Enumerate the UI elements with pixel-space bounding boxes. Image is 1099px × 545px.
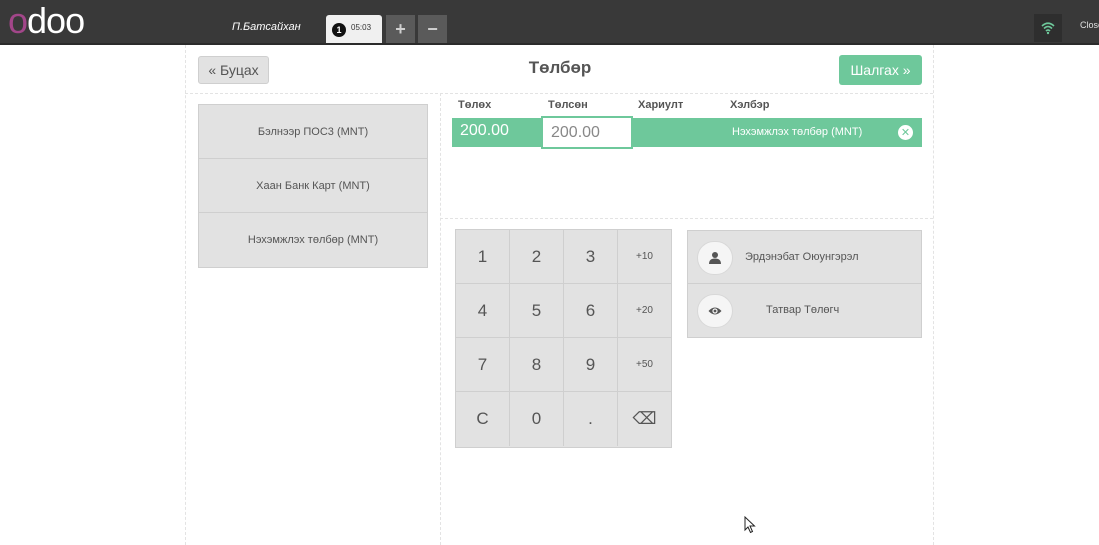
divider <box>933 45 934 545</box>
tax-payer-button[interactable]: Татвар Төлөгч <box>688 284 921 337</box>
divider <box>185 45 186 545</box>
numpad-key-1[interactable]: 1 <box>456 230 510 284</box>
paymentline-due: 200.00 <box>460 122 509 139</box>
backspace-icon[interactable]: ⌫ <box>618 392 671 446</box>
eye-icon <box>697 294 733 328</box>
odoo-logo: odoo <box>8 3 85 39</box>
header-due: Төлөх <box>458 99 492 111</box>
header-change: Хариулт <box>638 99 684 111</box>
header-tendered: Төлсөн <box>548 99 588 111</box>
order-time: 05:03 <box>351 23 372 32</box>
order-tab[interactable]: 1 05:03 <box>326 15 382 43</box>
remove-order-button[interactable]: − <box>418 15 447 43</box>
numpad-key-dot[interactable]: . <box>564 392 618 446</box>
customer-name: Эрдэнэбат Оюунгэрэл <box>745 251 859 263</box>
payment-method-invoice[interactable]: Нэхэмжлэх төлбөр (MNT) <box>199 213 427 267</box>
numpad-key-plus50[interactable]: +50 <box>618 338 671 392</box>
numpad-key-8[interactable]: 8 <box>510 338 564 392</box>
numpad-key-4[interactable]: 4 <box>456 284 510 338</box>
add-order-button[interactable]: + <box>386 15 415 43</box>
numpad-key-7[interactable]: 7 <box>456 338 510 392</box>
numpad-key-plus10[interactable]: +10 <box>618 230 671 284</box>
validate-button[interactable]: Шалгах » <box>839 55 922 85</box>
customer-panel: Эрдэнэбат Оюунгэрэл Татвар Төлөгч <box>687 230 922 338</box>
customer-button[interactable]: Эрдэнэбат Оюунгэрэл <box>688 231 921 284</box>
divider <box>185 93 933 94</box>
numpad-key-9[interactable]: 9 <box>564 338 618 392</box>
paymentline-tendered-input[interactable]: 200.00 <box>541 116 633 149</box>
top-bar: odoo П.Батсайхан 1 05:03 + − Close <box>0 0 1099 45</box>
divider <box>440 218 933 219</box>
divider <box>440 93 441 545</box>
numpad-key-3[interactable]: 3 <box>564 230 618 284</box>
numpad-key-clear[interactable]: C <box>456 392 510 446</box>
paymentline-method: Нэхэмжлэх төлбөр (MNT) <box>732 126 863 138</box>
logo-letter-accent: o <box>8 0 28 41</box>
header-method: Хэлбэр <box>730 99 770 111</box>
payment-method-card[interactable]: Хаан Банк Карт (MNT) <box>199 159 427 213</box>
tax-payer-label: Татвар Төлөгч <box>766 304 840 316</box>
payment-methods-list: Бэлнээр ПОС3 (MNT) Хаан Банк Карт (MNT) … <box>198 104 428 268</box>
order-number-badge: 1 <box>332 23 346 37</box>
paymentline-row[interactable]: 200.00 200.00 Нэхэмжлэх төлбөр (MNT) ✕ <box>452 116 922 149</box>
mouse-cursor-icon <box>744 516 756 534</box>
numpad: 1 2 3 +10 4 5 6 +20 7 8 9 +50 C 0 . ⌫ <box>455 229 672 448</box>
page-title: Төлбөр <box>528 58 592 77</box>
numpad-key-0[interactable]: 0 <box>510 392 564 446</box>
wifi-icon <box>1041 22 1055 35</box>
numpad-key-plus20[interactable]: +20 <box>618 284 671 338</box>
numpad-key-5[interactable]: 5 <box>510 284 564 338</box>
cashier-name[interactable]: П.Батсайхан <box>232 21 301 33</box>
times-circle-icon[interactable]: ✕ <box>898 125 913 140</box>
close-button[interactable]: Close <box>1066 20 1099 40</box>
logo-letters: doo <box>27 0 85 41</box>
connection-status[interactable] <box>1034 14 1062 42</box>
numpad-key-2[interactable]: 2 <box>510 230 564 284</box>
back-button[interactable]: « Буцах <box>198 56 269 84</box>
user-icon <box>697 241 733 275</box>
paymentlines-header: Төлөх Төлсөн Хариулт Хэлбэр <box>452 96 922 114</box>
numpad-key-6[interactable]: 6 <box>564 284 618 338</box>
payment-method-cash[interactable]: Бэлнээр ПОС3 (MNT) <box>199 105 427 159</box>
